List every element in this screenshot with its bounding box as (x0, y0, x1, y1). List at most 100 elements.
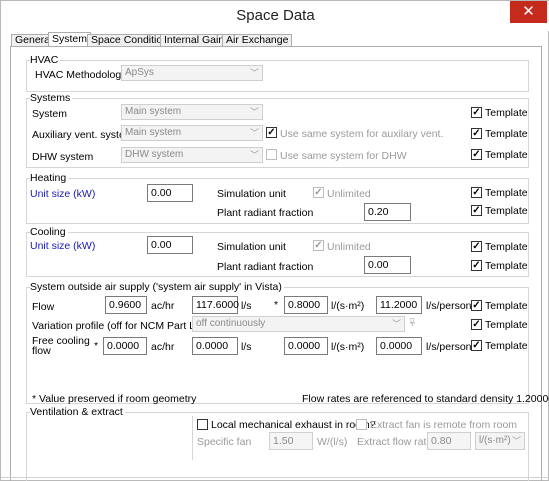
heating-unlimited-checkbox[interactable]: ✓ (313, 187, 324, 198)
free-template-label: Template (485, 340, 528, 352)
heating-template-label-2: Template (485, 205, 528, 217)
free-template-checkbox[interactable]: ✓ (471, 340, 482, 351)
flow-ach-input[interactable]: 0.9600 (105, 296, 147, 314)
free-lsm2-input[interactable]: 0.0000 (284, 337, 328, 355)
dhw-template-checkbox[interactable]: ✓ (471, 149, 482, 160)
specific-fan-unit: W/(l/s) (317, 436, 348, 448)
heating-radiant-label: Plant radiant fraction (217, 207, 314, 219)
variation-template-checkbox[interactable]: ✓ (471, 319, 482, 330)
system-label: System (32, 108, 68, 120)
heating-template-checkbox-2[interactable]: ✓ (471, 205, 482, 216)
geometry-note: * Value preserved if room geometry (32, 393, 197, 405)
hvac-group-label: HVAC (30, 54, 61, 66)
cooling-template-label-2: Template (485, 260, 528, 272)
aux-vent-select[interactable]: Main system ﹀ (121, 125, 263, 141)
free-star: * (94, 340, 99, 352)
dhw-label: DHW system (32, 151, 94, 163)
heating-radiant-input[interactable]: 0.20 (364, 203, 411, 221)
remote-fan-label: Extract fan is remote from room (370, 419, 518, 431)
flow-lsp-unit: l/s/person (426, 300, 472, 312)
cooling-unit-size-input[interactable]: 0.00 (147, 236, 193, 254)
free-lsm2-unit: l/(s·m²) (331, 341, 365, 353)
variation-profile-label: Variation profile (off for NCM Part L) (32, 320, 199, 332)
system-select[interactable]: Main system ﹀ (121, 104, 263, 120)
free-ls-input[interactable]: 0.0000 (192, 337, 238, 355)
flow-lsm2-input[interactable]: 0.8000 (284, 296, 328, 314)
flow-lsm2-unit: l/(s·m²) (331, 300, 365, 312)
filter-icon[interactable]: ⍫ (409, 317, 416, 330)
flow-ls-input[interactable]: 117.6000 (192, 296, 239, 314)
hvac-methodology-label: HVAC Methodology (35, 69, 127, 81)
cooling-template-label-1: Template (485, 241, 528, 253)
cooling-template-checkbox-2[interactable]: ✓ (471, 260, 482, 271)
local-exhaust-label: Local mechanical exhaust in room? (211, 419, 376, 431)
chevron-down-icon: ﹀ (249, 107, 259, 117)
flow-lsp-input[interactable]: 11.2000 (376, 296, 422, 314)
dhw-select[interactable]: DHW system ﹀ (121, 147, 263, 163)
cooling-unlimited-checkbox[interactable]: ✓ (313, 240, 324, 251)
chevron-down-icon: ﹀ (249, 150, 259, 160)
window-title: Space Data (236, 7, 315, 24)
variation-profile-select[interactable]: off continuously ﹀ (192, 316, 405, 332)
free-lsp-input[interactable]: 0.0000 (376, 337, 422, 355)
chevron-down-icon: ﹀ (391, 319, 401, 329)
dhw-same-checkbox[interactable]: ✓ (266, 149, 277, 160)
cooling-sim-unit-label: Simulation unit (217, 241, 286, 253)
aux-template-label: Template (485, 128, 528, 140)
free-ach-unit: ac/hr (151, 341, 175, 353)
space-data-window: Space Data ✕ General System Space Condit… (0, 0, 549, 481)
system-template-checkbox[interactable]: ✓ (471, 107, 482, 118)
title-bar: Space Data ✕ (1, 1, 549, 31)
chevron-down-icon: ﹀ (249, 68, 259, 78)
close-button[interactable]: ✕ (510, 1, 547, 23)
flow-template-checkbox[interactable]: ✓ (471, 300, 482, 311)
systems-group-label: Systems (30, 92, 73, 104)
flow-star: * (274, 299, 279, 311)
heating-unit-size-input[interactable]: 0.00 (147, 184, 193, 202)
aux-template-checkbox[interactable]: ✓ (471, 128, 482, 139)
heating-unlimited-label: Unlimited (327, 188, 371, 200)
tab-system[interactable]: System (48, 32, 92, 47)
free-ls-unit: l/s (241, 341, 252, 353)
extract-rate-unit-select[interactable]: l/(s·m²) ﹀ (475, 432, 525, 450)
ventilation-divider (192, 416, 193, 460)
chevron-down-icon: ﹀ (511, 436, 521, 446)
extract-rate-label: Extract flow rate (357, 436, 433, 448)
flow-template-label: Template (485, 300, 528, 312)
specific-fan-input[interactable]: 1.50 (269, 432, 313, 450)
cooling-unit-size-label: Unit size (kW) (30, 240, 96, 252)
cooling-radiant-input[interactable]: 0.00 (364, 256, 411, 274)
flow-label: Flow (32, 301, 55, 313)
heating-unit-size-label: Unit size (kW) (30, 188, 96, 200)
free-cooling-label-2: flow (32, 345, 51, 357)
free-lsp-unit: l/s/person (426, 341, 472, 353)
cooling-template-checkbox-1[interactable]: ✓ (471, 241, 482, 252)
density-note: Flow rates are referenced to standard de… (302, 393, 549, 405)
specific-fan-label: Specific fan (197, 436, 252, 448)
variation-template-label: Template (485, 319, 528, 331)
cooling-unlimited-label: Unlimited (327, 241, 371, 253)
cooling-radiant-label: Plant radiant fraction (217, 261, 314, 273)
cooling-group-label: Cooling (30, 226, 68, 238)
flow-ach-unit: ac/hr (151, 300, 175, 312)
heating-sim-unit-label: Simulation unit (217, 188, 286, 200)
dhw-same-label: Use same system for DHW (280, 150, 407, 162)
flow-ls-unit: l/s (241, 300, 252, 312)
bottom-divider (1, 477, 549, 478)
free-ach-input[interactable]: 0.0000 (103, 337, 147, 355)
chevron-down-icon: ﹀ (249, 128, 259, 138)
outside-air-group-label: System outside air supply ('system air s… (30, 281, 284, 293)
aux-vent-label: Auxiliary vent. system (32, 129, 134, 141)
extract-rate-input[interactable]: 0.80 (427, 432, 471, 450)
heating-template-checkbox-1[interactable]: ✓ (471, 187, 482, 198)
heating-template-label-1: Template (485, 187, 528, 199)
heating-group-label: Heating (30, 172, 69, 184)
remote-fan-checkbox[interactable]: ✓ (356, 419, 367, 430)
aux-same-checkbox[interactable]: ✓ (266, 127, 277, 138)
dhw-template-label: Template (485, 149, 528, 161)
local-exhaust-checkbox[interactable]: ✓ (197, 419, 208, 430)
hvac-methodology-select[interactable]: ApSys ﹀ (121, 65, 263, 81)
ventilation-group-label: Ventilation & extract (30, 406, 125, 418)
aux-same-label: Use same system for auxilary vent. (280, 128, 444, 140)
system-template-label: Template (485, 107, 528, 119)
